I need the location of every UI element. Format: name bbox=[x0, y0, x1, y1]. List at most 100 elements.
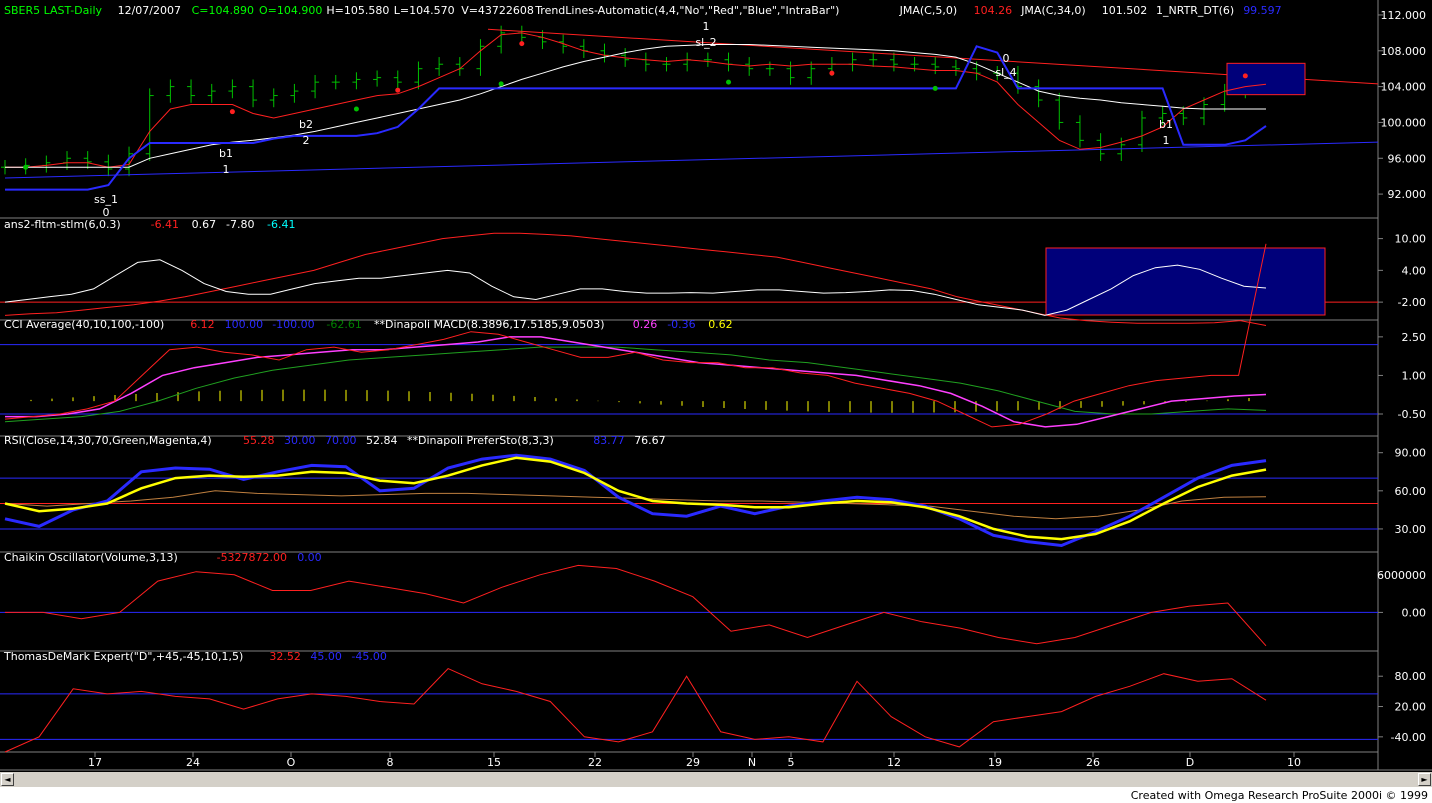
y-tick-label: 104.000 bbox=[1381, 81, 1427, 94]
x-tick-label: 26 bbox=[1086, 756, 1100, 769]
y-tick-label: 20.00 bbox=[1395, 701, 1427, 714]
scroll-left-button[interactable]: ◄ bbox=[1, 773, 14, 786]
jma-5-line bbox=[5, 32, 1267, 168]
pivot-low-dot bbox=[498, 81, 504, 87]
highlight-box bbox=[1226, 62, 1306, 96]
pivot-high-dot bbox=[1242, 73, 1248, 79]
y-tick-label: 92.000 bbox=[1388, 188, 1427, 201]
panel-header-item: O=104.900 bbox=[259, 4, 322, 17]
y-tick-label: -40.00 bbox=[1391, 731, 1426, 744]
panel-header-item: 12/07/2007 bbox=[118, 4, 181, 17]
panel-header-item: C=104.890 bbox=[192, 4, 254, 17]
x-tick-label: 8 bbox=[387, 756, 394, 769]
x-tick-label: 29 bbox=[686, 756, 700, 769]
prefersto-fast-line bbox=[4, 453, 1267, 548]
signal-annotation: 0 bbox=[103, 206, 110, 219]
jma-34-line bbox=[5, 44, 1266, 168]
x-tick-label: 22 bbox=[588, 756, 602, 769]
horizontal-scrollbar[interactable]: ◄ ► bbox=[0, 772, 1432, 787]
panel-header-item: 45.00 bbox=[310, 650, 342, 663]
x-tick-label: 12 bbox=[887, 756, 901, 769]
y-tick-label: 1.00 bbox=[1402, 369, 1427, 382]
panel-header-item: 0.62 bbox=[708, 318, 733, 331]
footer-credit: Created with Omega Research ProSuite 200… bbox=[1130, 789, 1428, 802]
y-tick-label: 112.000 bbox=[1381, 9, 1427, 22]
signal-line bbox=[4, 346, 1267, 423]
chaikin-line bbox=[5, 564, 1267, 647]
y-tick-label: 30.00 bbox=[1395, 523, 1427, 536]
y-tick-label: 100.000 bbox=[1381, 116, 1427, 129]
y-tick-label: 80.00 bbox=[1395, 670, 1427, 683]
x-tick-label: N bbox=[748, 756, 756, 769]
panel-header-item: 0.67 bbox=[192, 218, 217, 231]
panel-header-item: 83.77 bbox=[593, 434, 625, 447]
trading-chart: SBER5 LAST-Daily 12/07/2007 C=104.890 O=104… bbox=[0, 0, 1432, 771]
macd-line bbox=[5, 336, 1267, 428]
panel-header-item: -6.41 bbox=[151, 218, 179, 231]
panel-header-item: 32.52 bbox=[269, 650, 301, 663]
panel-header-item: -0.36 bbox=[667, 318, 695, 331]
x-tick-label: 24 bbox=[186, 756, 200, 769]
panel-header-item: -7.80 bbox=[226, 218, 254, 231]
signal-annotation: 1 bbox=[223, 163, 230, 176]
panel-header-item: 104.26 bbox=[974, 4, 1013, 17]
x-tick-label: D bbox=[1186, 756, 1194, 769]
panel-header-item: ThomasDeMark Expert("D",+45,-45,10,1,5) bbox=[3, 650, 243, 663]
panel-header-item: 76.67 bbox=[634, 434, 666, 447]
signal-annotation: b2 bbox=[299, 118, 313, 131]
x-tick-label: 5 bbox=[788, 756, 795, 769]
y-tick-label: 10.00 bbox=[1395, 233, 1427, 246]
pivot-high-dot bbox=[829, 70, 835, 76]
panel-header-item: 99.597 bbox=[1243, 4, 1282, 17]
panel-header-item: 6.12 bbox=[190, 318, 215, 331]
panel-header-item: H=105.580 bbox=[326, 4, 389, 17]
scroll-right-button[interactable]: ► bbox=[1418, 773, 1431, 786]
signal-annotation: b1 bbox=[219, 147, 233, 160]
panel-header-item: CCI Average(40,10,100,-100) bbox=[4, 318, 164, 331]
panel-header-item: -45.00 bbox=[351, 650, 386, 663]
signal-annotation: 1 bbox=[703, 20, 710, 33]
panel-header-item: V=43722608 bbox=[461, 4, 534, 17]
highlight-box bbox=[1045, 247, 1326, 316]
pivot-low-dot bbox=[726, 79, 732, 85]
panel-header-item: **Dinapoli PreferSto(8,3,3) bbox=[407, 434, 554, 447]
panel-header-item: 52.84 bbox=[366, 434, 398, 447]
y-tick-label: 96.000 bbox=[1388, 152, 1427, 165]
panel-header-item: SBER5 LAST-Daily bbox=[4, 4, 103, 17]
panel-header-item: JMA(C,5,0) bbox=[899, 4, 958, 17]
y-tick-label: 4.00 bbox=[1402, 264, 1427, 277]
x-tick-label: 15 bbox=[487, 756, 501, 769]
panel-header-item: ans2-fltm-stlm(6,0.3) bbox=[4, 218, 121, 231]
panel-header-item: 70.00 bbox=[325, 434, 357, 447]
y-tick-label: 6000000 bbox=[1377, 569, 1426, 582]
panel-header-item: -100.00 bbox=[272, 318, 314, 331]
panel-header-item: 0.26 bbox=[633, 318, 658, 331]
panel-header-item: -6.41 bbox=[267, 218, 295, 231]
pivot-low-dot bbox=[23, 164, 29, 170]
signal-annotation: ss_1 bbox=[94, 193, 118, 206]
panel-header-item: **Dinapoli MACD(8.3896,17.5185,9.0503) bbox=[374, 318, 605, 331]
x-tick-label: 10 bbox=[1287, 756, 1301, 769]
pivot-low-dot bbox=[932, 85, 938, 91]
pivot-high-dot bbox=[395, 87, 401, 93]
panel-header-item: 1_NRTR_DT(6) bbox=[1156, 4, 1234, 17]
support-trendline bbox=[4, 141, 1379, 179]
y-tick-label: 90.00 bbox=[1395, 447, 1427, 460]
panel-header-item: L=104.570 bbox=[394, 4, 455, 17]
panel-header-item: 100.00 bbox=[225, 318, 264, 331]
panel-header-item: -62.61 bbox=[326, 318, 361, 331]
x-tick-label: 19 bbox=[988, 756, 1002, 769]
signal-annotation: 1 bbox=[1163, 134, 1170, 147]
panel-header-item: TrendLines-Automatic(4,4,"No","Red","Blu… bbox=[534, 4, 839, 17]
panel-header-item: -5327872.00 bbox=[217, 551, 287, 564]
panel-header-item: 30.00 bbox=[284, 434, 316, 447]
pivot-high-dot bbox=[519, 41, 525, 47]
y-tick-label: 2.50 bbox=[1402, 331, 1427, 344]
signal-annotation: sl_2 bbox=[695, 36, 716, 49]
y-tick-label: -0.50 bbox=[1398, 408, 1426, 421]
signal-annotation: b1 bbox=[1159, 118, 1173, 131]
panel-header-item: 55.28 bbox=[243, 434, 275, 447]
panel-header-item: JMA(C,34,0) bbox=[1020, 4, 1086, 17]
y-tick-label: -2.00 bbox=[1398, 296, 1426, 309]
panel-header-item: 101.502 bbox=[1102, 4, 1148, 17]
